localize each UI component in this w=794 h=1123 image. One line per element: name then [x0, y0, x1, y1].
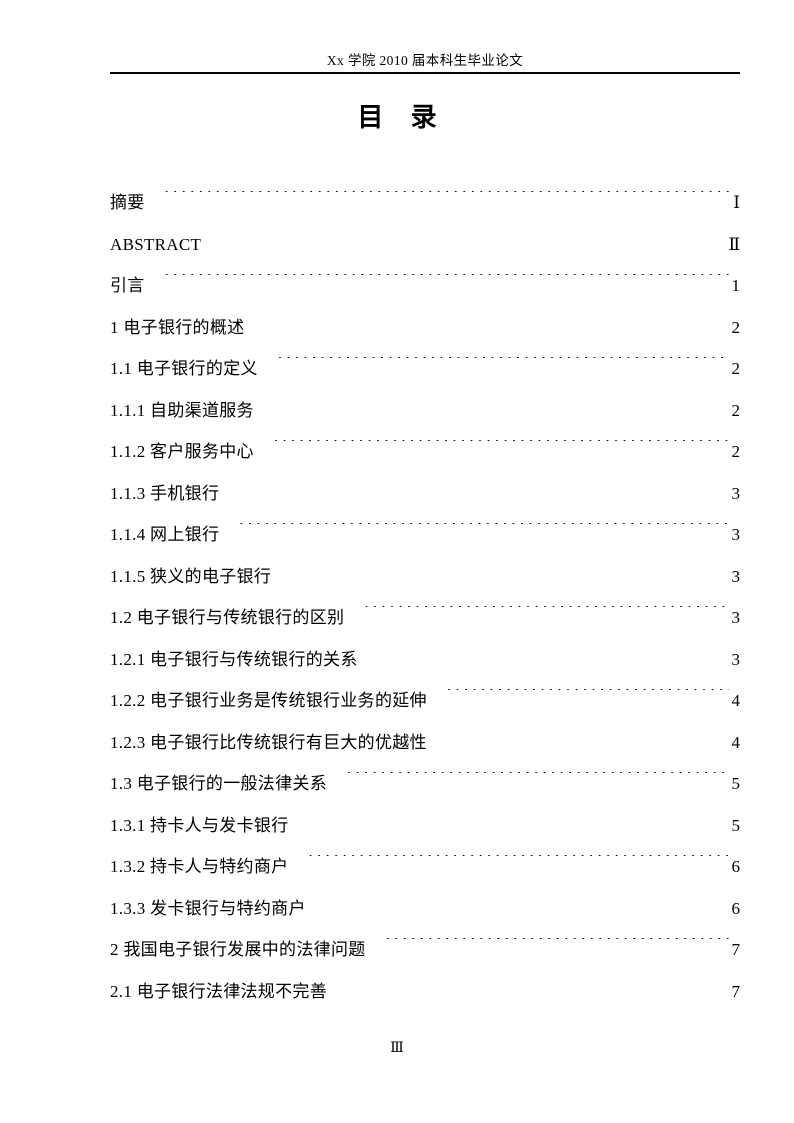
toc-entry[interactable]: 1.2.2 电子银行业务是传统银行业务的延伸 4	[110, 680, 740, 722]
toc-entry-page-number: 6	[731, 898, 741, 918]
toc-dot-leader	[447, 731, 729, 748]
toc-dot-leader	[165, 274, 729, 291]
toc-entry-label: 1.3.3 发卡银行与特约商户	[110, 898, 306, 918]
table-of-contents: 摘要ⅠABSTRACTⅡ引言11 电子银行的概述21.1 电子银行的定义21.1…	[110, 182, 740, 1012]
toc-entry-page-number: 7	[731, 940, 741, 959]
toc-dot-leader	[386, 938, 729, 955]
toc-entry-label: 1.1.2 客户服务中心	[110, 442, 254, 461]
toc-entry[interactable]: 1.1.4 网上银行 3	[110, 514, 740, 556]
toc-entry-page-number: 7	[731, 981, 741, 1001]
toc-entry-page-number: 2	[731, 442, 741, 461]
toc-entry-label: 1.2 电子银行与传统银行的区别	[110, 608, 345, 627]
toc-entry-page-number: 3	[731, 483, 741, 503]
toc-entry-label: 1.2.1 电子银行与传统银行的关系	[110, 649, 358, 669]
toc-entry-label: ABSTRACT	[110, 234, 202, 254]
toc-entry-label: 1 电子银行的概述	[110, 317, 245, 337]
toc-entry[interactable]: 1.3.1 持卡人与发卡银行 5	[110, 805, 740, 847]
toc-entry-label: 1.1 电子银行的定义	[110, 359, 258, 378]
toc-entry-page-number: 4	[731, 732, 741, 752]
toc-entry-page-number: 3	[731, 608, 741, 627]
toc-dot-leader	[347, 772, 729, 789]
toc-dot-leader	[326, 897, 729, 914]
toc-entry-page-number: Ⅱ	[728, 234, 740, 254]
toc-dot-leader	[308, 814, 729, 831]
toc-dot-leader	[239, 523, 729, 540]
toc-dot-leader	[278, 357, 729, 374]
toc-entry-page-number: 2	[731, 400, 741, 420]
toc-entry-page-number: Ⅰ	[733, 193, 740, 212]
toc-dot-leader	[239, 482, 729, 499]
toc-dot-leader	[221, 233, 727, 250]
toc-dot-leader	[364, 606, 729, 623]
running-header-text: Xx 学院 2010 届本科生毕业论文	[326, 53, 524, 68]
toc-dot-leader	[308, 855, 729, 872]
toc-entry[interactable]: 1.3.3 发卡银行与特约商户 6	[110, 888, 740, 930]
toc-entry[interactable]: 1.1.1 自助渠道服务 2	[110, 390, 740, 432]
toc-entry-label: 1.2.3 电子银行比传统银行有巨大的优越性	[110, 732, 427, 752]
toc-entry[interactable]: 1.1.5 狭义的电子银行 3	[110, 556, 740, 598]
toc-entry-page-number: 3	[731, 566, 741, 586]
toc-entry-label: 2 我国电子银行发展中的法律问题	[110, 940, 366, 959]
toc-dot-leader	[447, 689, 729, 706]
document-page: Xx 学院 2010 届本科生毕业论文 目 录 摘要 Ⅰ ABSTRACT Ⅱ 引言 1 1…	[0, 0, 794, 1123]
toc-dot-leader	[347, 980, 729, 997]
toc-dot-leader	[165, 191, 729, 208]
toc-entry[interactable]: 1.1.3 手机银行 3	[110, 473, 740, 515]
footer-page-number: Ⅲ	[390, 1041, 404, 1056]
toc-entry[interactable]: 1.1 电子银行的定义 2	[110, 348, 740, 390]
toc-entry-label: 1.2.2 电子银行业务是传统银行业务的延伸	[110, 691, 427, 710]
toc-entry[interactable]: 摘要 Ⅰ	[110, 182, 740, 224]
toc-entry-page-number: 3	[731, 649, 741, 669]
toc-entry-page-number: 2	[731, 359, 741, 378]
page-title: 目 录	[357, 102, 447, 132]
toc-dot-leader	[378, 648, 729, 665]
toc-entry-label: 引言	[110, 276, 145, 295]
toc-dot-leader	[264, 316, 729, 333]
toc-entry[interactable]: 1.2.1 电子银行与传统银行的关系 3	[110, 639, 740, 681]
toc-entry-page-number: 2	[731, 317, 741, 337]
toc-entry-label: 1.1.5 狭义的电子银行	[110, 566, 272, 586]
toc-entry[interactable]: 1.2.3 电子银行比传统银行有巨大的优越性 4	[110, 722, 740, 764]
toc-entry-label: 1.3 电子银行的一般法律关系	[110, 774, 327, 793]
toc-entry-label: 1.1.4 网上银行	[110, 525, 220, 544]
toc-entry[interactable]: 1.3 电子银行的一般法律关系 5	[110, 763, 740, 805]
toc-entry[interactable]: 1 电子银行的概述 2	[110, 307, 740, 349]
toc-entry-label: 1.3.1 持卡人与发卡银行	[110, 815, 289, 835]
toc-entry-page-number: 6	[731, 857, 741, 876]
toc-entry-page-number: 5	[731, 815, 741, 835]
toc-dot-leader	[274, 399, 729, 416]
toc-entry-page-number: 5	[731, 774, 741, 793]
toc-entry[interactable]: 1.2 电子银行与传统银行的区别 3	[110, 597, 740, 639]
toc-entry[interactable]: 2.1 电子银行法律法规不完善 7	[110, 971, 740, 1013]
toc-entry[interactable]: 引言 1	[110, 265, 740, 307]
toc-entry[interactable]: 1.3.2 持卡人与特约商户 6	[110, 846, 740, 888]
header-divider-rule	[110, 72, 740, 74]
running-header: Xx 学院 2010 届本科生毕业论文	[110, 52, 740, 74]
toc-entry-label: 1.3.2 持卡人与特约商户	[110, 857, 289, 876]
toc-entry-page-number: 4	[731, 691, 741, 710]
toc-entry[interactable]: 2 我国电子银行发展中的法律问题 7	[110, 929, 740, 971]
toc-entry-label: 2.1 电子银行法律法规不完善	[110, 981, 327, 1001]
toc-entry-page-number: 1	[731, 276, 741, 295]
toc-entry-label: 1.1.1 自助渠道服务	[110, 400, 254, 420]
toc-entry-label: 摘要	[110, 193, 145, 212]
toc-entry[interactable]: 1.1.2 客户服务中心 2	[110, 431, 740, 473]
toc-entry[interactable]: ABSTRACT Ⅱ	[110, 224, 740, 266]
toc-entry-label: 1.1.3 手机银行	[110, 483, 220, 503]
toc-entry-page-number: 3	[731, 525, 741, 544]
toc-dot-leader	[274, 440, 729, 457]
toc-dot-leader	[291, 565, 729, 582]
